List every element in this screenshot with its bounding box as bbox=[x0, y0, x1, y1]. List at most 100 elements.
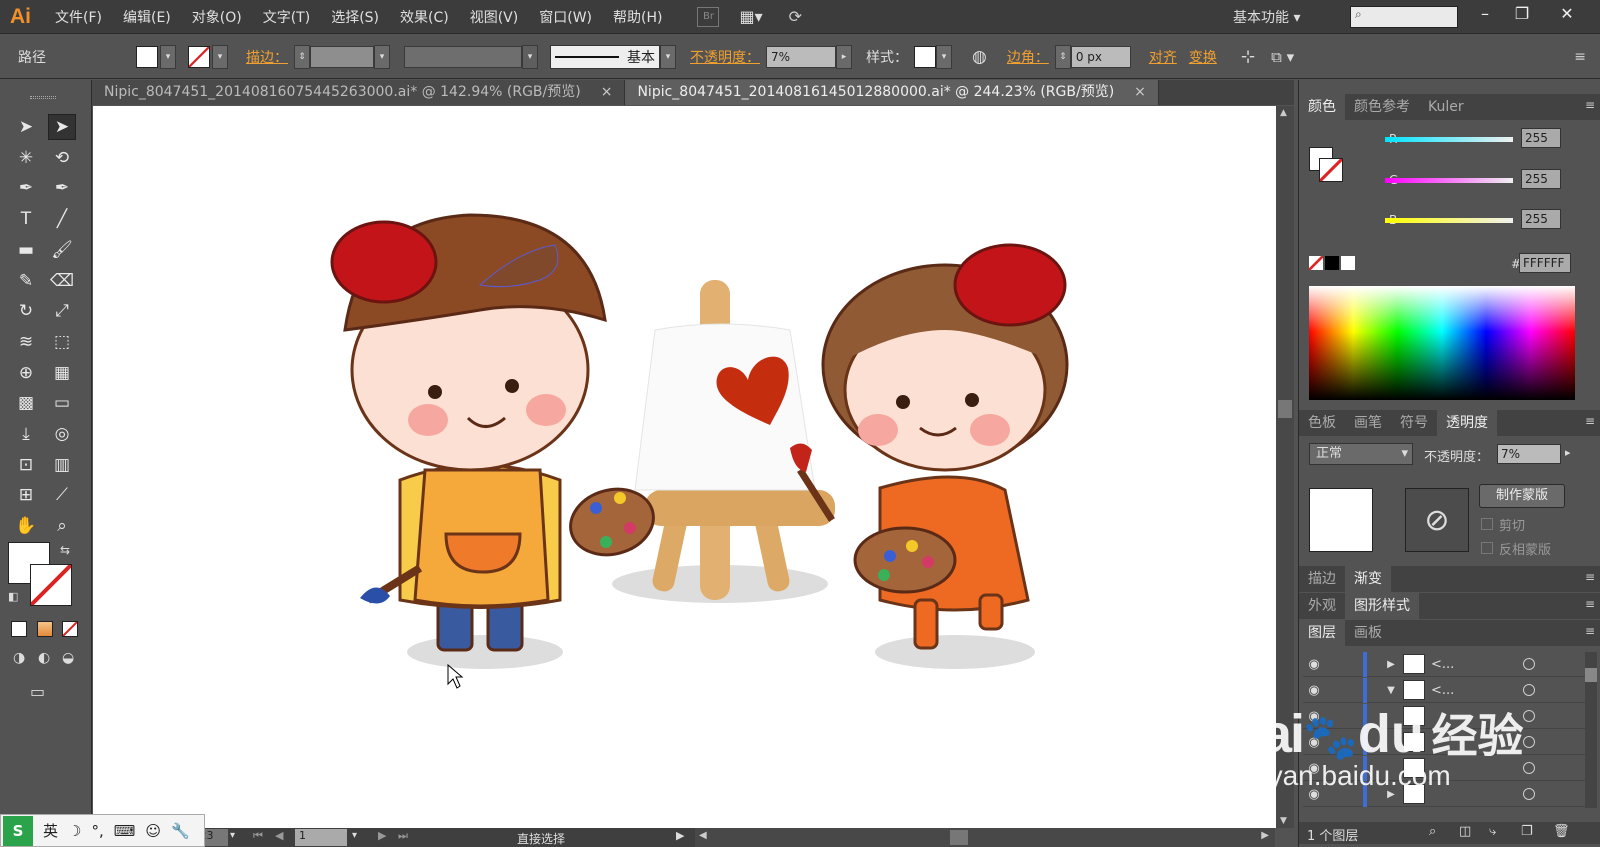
pen-tool[interactable]: ✒ bbox=[12, 175, 40, 201]
graphic-style-swatch[interactable] bbox=[914, 45, 936, 68]
make-mask-button[interactable]: 制作蒙版 bbox=[1479, 484, 1565, 508]
sogou-logo-icon[interactable]: S bbox=[3, 815, 33, 846]
zoom-dropdown-icon[interactable]: ▾ bbox=[230, 830, 235, 841]
close-tab-icon[interactable]: × bbox=[1134, 84, 1146, 100]
panel-menu-icon[interactable]: ≡ bbox=[1585, 414, 1595, 428]
invert-mask-checkbox[interactable] bbox=[1481, 542, 1493, 554]
white-color-chip[interactable] bbox=[1341, 256, 1355, 270]
control-menu-icon[interactable]: ≡ bbox=[1574, 49, 1586, 65]
type-tool[interactable]: T bbox=[12, 206, 40, 232]
screen-mode-icon[interactable]: ▭ bbox=[30, 682, 45, 701]
rotate-tool[interactable]: ↻ bbox=[12, 298, 40, 324]
graphic-style-dropdown[interactable]: ▾ bbox=[936, 44, 952, 69]
user-icon[interactable]: ☺ bbox=[145, 822, 161, 840]
tab-gradient[interactable]: 渐变 bbox=[1345, 566, 1391, 592]
bridge-icon[interactable]: Br bbox=[697, 6, 720, 27]
make-clipping-mask-icon[interactable]: ◫ bbox=[1459, 824, 1471, 839]
slider-g[interactable] bbox=[1385, 178, 1513, 183]
prev-artboard-icon[interactable]: ◀ bbox=[275, 829, 283, 842]
workspace-switcher[interactable]: 基本功能 ▾ bbox=[1233, 7, 1300, 27]
scroll-right-icon[interactable]: ▶ bbox=[1261, 830, 1269, 841]
menu-object[interactable]: 对象(O) bbox=[192, 7, 242, 27]
target-circle-icon[interactable] bbox=[1523, 762, 1535, 774]
opacity-field[interactable]: 7% bbox=[766, 45, 836, 68]
opacity-arrow[interactable]: ▸ bbox=[836, 44, 852, 69]
stroke-weight-field[interactable] bbox=[310, 45, 374, 68]
value-g[interactable]: 255 bbox=[1521, 169, 1561, 189]
brush-dropdown[interactable]: ▾ bbox=[660, 44, 676, 69]
zoom-tool[interactable]: ⌕ bbox=[48, 513, 76, 539]
slider-b[interactable] bbox=[1385, 218, 1513, 223]
target-circle-icon[interactable] bbox=[1523, 710, 1535, 722]
transparency-opacity-field[interactable]: 7% bbox=[1497, 444, 1561, 464]
menu-file[interactable]: 文件(F) bbox=[55, 7, 102, 27]
opacity-label[interactable]: 不透明度： bbox=[690, 47, 760, 67]
opacity-arrow-icon[interactable]: ▸ bbox=[1565, 446, 1571, 459]
expand-arrow-icon[interactable]: ▼ bbox=[1381, 685, 1401, 696]
layer-name[interactable]: <... bbox=[1431, 683, 1501, 698]
horizontal-scrollbar[interactable]: ◀ ▶ bbox=[695, 828, 1275, 847]
corner-stepper[interactable]: ⇕ bbox=[1054, 44, 1071, 69]
tab-appearance[interactable]: 外观 bbox=[1299, 593, 1345, 619]
tab-stroke[interactable]: 描边 bbox=[1299, 566, 1345, 592]
blend-mode-select[interactable]: 正常 ▾ bbox=[1309, 443, 1413, 465]
restore-icon[interactable]: ❐ bbox=[1507, 4, 1537, 26]
perspective-grid-tool[interactable]: ▦ bbox=[48, 360, 76, 386]
free-transform-tool[interactable]: ⬚ bbox=[48, 329, 76, 355]
tab-layers[interactable]: 图层 bbox=[1299, 620, 1345, 646]
punctuation-icon[interactable]: °, bbox=[91, 822, 103, 840]
color-stroke-swatch[interactable] bbox=[1319, 158, 1343, 182]
help-search-input[interactable]: ⌕ bbox=[1350, 6, 1458, 28]
horizontal-scroll-thumb[interactable] bbox=[950, 830, 968, 845]
isolate-icon[interactable]: ⊹ bbox=[1241, 47, 1255, 67]
sync-icon[interactable]: ⟳ bbox=[789, 7, 802, 26]
ime-language[interactable]: 英 bbox=[43, 820, 58, 841]
new-layer-icon[interactable]: ❐ bbox=[1521, 824, 1533, 839]
fill-dropdown[interactable]: ▾ bbox=[160, 44, 176, 69]
tab-transparency[interactable]: 透明度 bbox=[1437, 410, 1497, 436]
direct-selection-tool[interactable]: ➤ bbox=[48, 114, 76, 140]
blend-tool[interactable]: ◎ bbox=[48, 421, 76, 447]
vertical-scroll-thumb[interactable] bbox=[1278, 400, 1292, 418]
value-r[interactable]: 255 bbox=[1521, 128, 1561, 148]
expand-arrow-icon[interactable]: ▶ bbox=[1381, 659, 1401, 670]
visibility-eye-icon[interactable]: ◉ bbox=[1303, 683, 1325, 698]
artboard-dropdown-icon[interactable]: ▾ bbox=[352, 830, 357, 841]
default-colors-icon[interactable]: ◧ bbox=[8, 590, 18, 603]
last-artboard-icon[interactable]: ⏭ bbox=[398, 829, 408, 843]
panel-menu-icon[interactable]: ≡ bbox=[1585, 98, 1595, 112]
draw-behind-icon[interactable]: ◐ bbox=[38, 650, 50, 666]
eraser-tool[interactable]: ⌫ bbox=[48, 268, 76, 294]
scale-tool[interactable]: ⤢ bbox=[48, 298, 76, 324]
clip-checkbox[interactable] bbox=[1481, 518, 1493, 530]
stroke-weight-stepper[interactable]: ⇕ bbox=[294, 44, 310, 69]
menu-view[interactable]: 视图(V) bbox=[470, 7, 519, 27]
artboard-number-field[interactable]: 1 bbox=[295, 829, 347, 846]
lasso-tool[interactable]: ⟲ bbox=[48, 145, 76, 171]
stroke-dropdown[interactable]: ▾ bbox=[212, 44, 228, 69]
eyedropper-tool[interactable]: ⤓ bbox=[12, 421, 40, 447]
corner-label[interactable]: 边角： bbox=[1007, 47, 1049, 67]
transform-link[interactable]: 变换 bbox=[1189, 47, 1217, 67]
warp-tool[interactable]: ≋ bbox=[12, 329, 40, 355]
layer-row[interactable]: ◉ ▶ <... bbox=[1303, 651, 1585, 677]
stroke-color-box[interactable] bbox=[30, 564, 72, 606]
arrange-icon[interactable]: ⧉ ▾ bbox=[1271, 48, 1294, 66]
brush-definition[interactable]: 基本 bbox=[550, 44, 660, 69]
hex-value-field[interactable]: FFFFFF bbox=[1519, 253, 1571, 273]
tab-symbols[interactable]: 符号 bbox=[1391, 410, 1437, 436]
scroll-up-icon[interactable]: ▲ bbox=[1280, 108, 1287, 118]
menu-window[interactable]: 窗口(W) bbox=[539, 7, 592, 27]
menu-effect[interactable]: 效果(C) bbox=[400, 7, 449, 27]
line-tool[interactable]: ╱ bbox=[48, 206, 76, 232]
selection-tool[interactable]: ➤ bbox=[12, 114, 40, 140]
mask-thumbnail[interactable]: ⊘ bbox=[1405, 488, 1469, 552]
new-sublayer-icon[interactable]: ⤷ bbox=[1489, 824, 1496, 839]
target-circle-icon[interactable] bbox=[1523, 788, 1535, 800]
keyboard-icon[interactable]: ⌨ bbox=[114, 822, 136, 840]
slice-tool[interactable]: ⟋ bbox=[48, 482, 76, 508]
fill-swatch[interactable] bbox=[136, 45, 158, 68]
layers-scroll-thumb[interactable] bbox=[1585, 668, 1597, 682]
slider-r[interactable] bbox=[1385, 137, 1513, 142]
column-graph-tool[interactable]: ▥ bbox=[48, 452, 76, 478]
